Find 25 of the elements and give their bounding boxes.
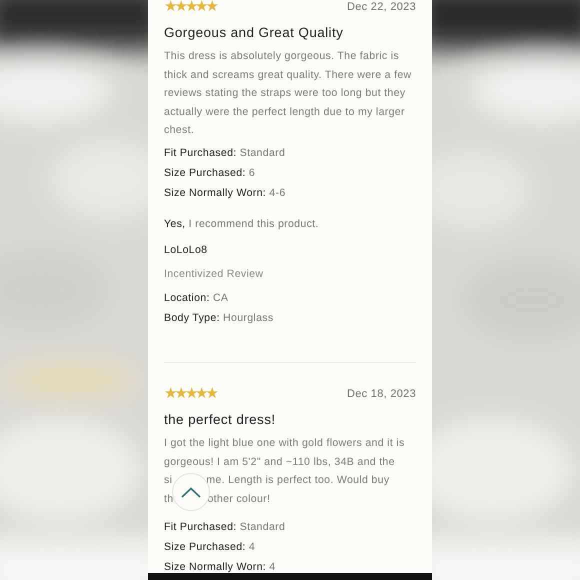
star-rating: ★★★★★ <box>164 386 216 401</box>
review-title: the perfect dress! <box>164 410 277 428</box>
review-date: Dec 18, 2023 <box>346 388 416 400</box>
detail-text: Size Normally Worn: 4-6 <box>164 186 287 201</box>
detail-text: Fit Purchased: Standard <box>164 146 286 161</box>
review-text: other colour! <box>207 492 270 507</box>
review-text: I got the light blue one with gold flowers and it is <box>164 436 405 451</box>
reviewer-name: LoLoLo8 <box>164 242 208 258</box>
detail-text: Size Purchased: 4 <box>164 540 256 556</box>
recommend-text: Yes, I recommend this product. <box>164 216 320 232</box>
review-text: si <box>164 473 172 488</box>
profile-text: Body Type: Hourglass <box>164 310 274 326</box>
review-date: Dec 22, 2023 <box>346 1 416 13</box>
profile-text: Location: CA <box>164 290 230 306</box>
review-text: th <box>164 492 174 507</box>
detail-text: Size Purchased: 6 <box>164 166 256 181</box>
review-text: gorgeous! I am 5'2" and ~110 lbs, 34B and the <box>164 454 395 470</box>
detail-text: Size Normally Worn: 4 <box>164 560 276 576</box>
review-label: Incentivized Review <box>164 266 264 282</box>
star-rating: ★★★★★ <box>164 0 216 14</box>
review-title: Gorgeous and Great Quality <box>164 24 344 41</box>
detail-text: Fit Purchased: Standard <box>164 520 286 536</box>
chevron-up-icon <box>181 486 201 498</box>
review-text: This dress is absolutely gorgeous. The fabric is thick and screams great quality. There were a few reviews stating the straps were too long but they actually were the perfect length due to my larger chest. <box>164 49 412 138</box>
review-text: me. Length is perfect too. Would buy <box>206 473 390 488</box>
